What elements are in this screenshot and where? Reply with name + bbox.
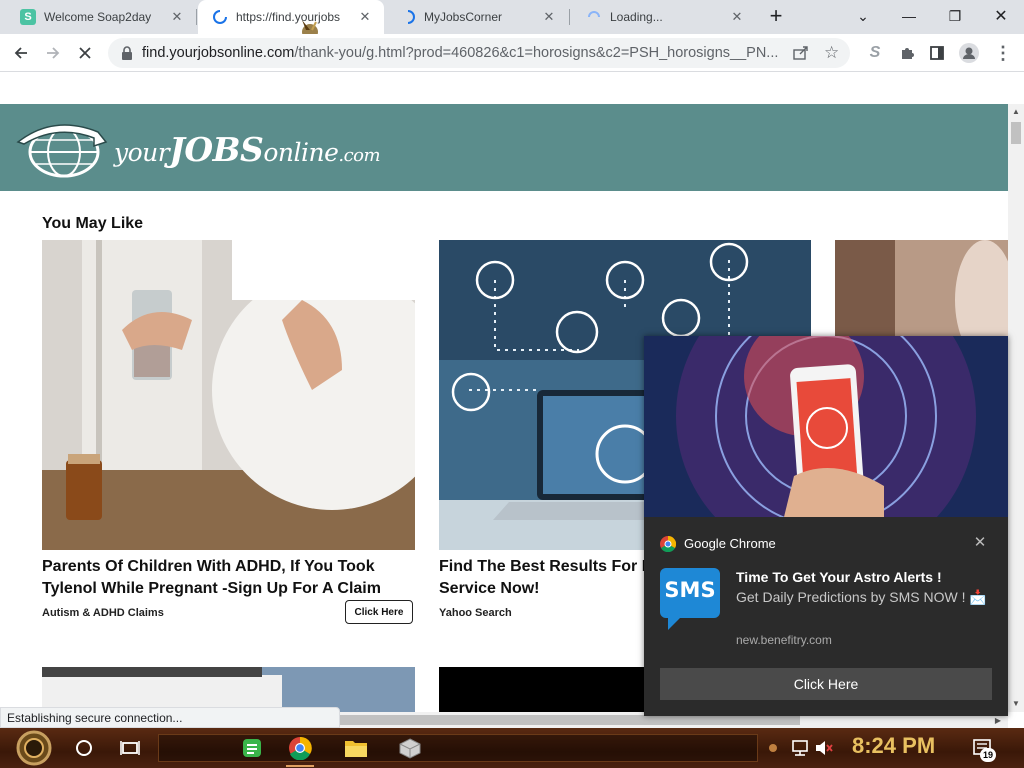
loading-spinner-icon [586,9,602,25]
globe-arrow-logo-icon[interactable] [14,118,110,178]
action-center-icon[interactable]: 19 [968,734,998,762]
card-image-building[interactable] [42,667,415,712]
minimize-button[interactable]: — [886,0,932,32]
tab-close-icon[interactable]: ✕ [168,8,186,26]
tab-yourjobs[interactable]: https://find.yourjobs ✕ [198,0,384,34]
show-hidden-icons-button[interactable] [764,734,782,762]
soap2day-favicon-icon: S [20,9,36,25]
tab-title: MyJobsCorner [424,10,503,24]
window-close-button[interactable]: ✕ [978,0,1024,32]
notification-count-badge: 19 [980,748,996,762]
card-source[interactable]: Yahoo Search [439,607,512,619]
extension-s-icon[interactable]: S [860,38,890,68]
scroll-down-arrow-icon[interactable]: ▼ [1008,696,1024,710]
taskbar-clock[interactable]: 8:24 PM [852,733,935,759]
search-circle-icon[interactable] [70,734,98,762]
site-header-banner: yourJOBSonline.com [0,104,1008,191]
notification-title: Time To Get Your Astro Alerts ! [736,569,942,585]
scrollbar-thumb[interactable] [1011,122,1021,144]
start-button-icon[interactable] [14,730,54,766]
tab-separator [569,9,570,25]
address-bar[interactable]: find.yourjobsonline.com/thank-you/g.html… [108,38,850,68]
section-title: You May Like [42,215,144,232]
share-icon[interactable] [792,44,810,67]
notification-click-here-button[interactable]: Click Here [660,668,992,700]
site-logo-text[interactable]: yourJOBSonline.com [114,130,381,169]
extensions-puzzle-icon[interactable] [892,38,922,68]
tab-separator [196,9,197,25]
lock-icon[interactable] [118,46,136,60]
profile-avatar-icon[interactable] [954,38,984,68]
status-bubble: Establishing secure connection... [0,707,340,728]
loading-spinner-icon [212,9,228,25]
sms-app-icon: SMS [660,568,720,630]
volume-muted-icon[interactable] [810,734,838,762]
tab-title: Welcome Soap2day [44,10,152,24]
chrome-menu-icon[interactable]: ⋮ [988,38,1018,68]
browser-toolbar: find.yourjobsonline.com/thank-you/g.html… [0,34,1024,72]
sms-icon-label: SMS [664,578,716,602]
tab-myjobscorner[interactable]: MyJobsCorner ✕ [386,0,568,34]
scroll-up-arrow-icon[interactable]: ▲ [1008,104,1024,118]
card-source[interactable]: Autism & ADHD Claims [42,607,164,619]
chrome-notification[interactable]: Google Chrome ✕ SMS Time To Get Your Ast… [644,336,1008,716]
forward-button[interactable] [38,38,68,68]
3d-box-app-icon[interactable] [396,734,424,762]
url-path: /thank-you/g.html?prod=460826&c1=horosig… [294,45,779,61]
tab-strip: S Welcome Soap2day ✕ https://find.yourjo… [0,0,1024,40]
tab-close-icon[interactable]: ✕ [540,8,558,26]
vertical-scrollbar[interactable]: ▲ ▼ [1008,104,1024,712]
tab-soap2day[interactable]: S Welcome Soap2day ✕ [6,0,196,34]
side-panel-icon[interactable] [922,38,952,68]
url-host: find.yourjobsonline.com [142,45,295,61]
stop-loading-button[interactable] [70,38,100,68]
tab-search-chevron-icon[interactable]: ⌄ [840,0,886,32]
back-button[interactable] [6,38,36,68]
card-click-here-button[interactable]: Click Here [345,600,413,624]
card-title[interactable]: Parents Of Children With ADHD, If You To… [42,556,417,600]
logo-domain: .com [338,145,381,166]
bookmark-star-icon[interactable]: ☆ [824,43,839,63]
tab-title: Loading... [610,10,663,24]
loading-spinner-icon [400,9,416,25]
notification-close-icon[interactable]: ✕ [970,532,990,552]
new-tab-button[interactable]: + [756,0,796,32]
restore-button[interactable]: ❐ [932,0,978,32]
tab-close-icon[interactable]: ✕ [356,8,374,26]
green-notes-app-icon[interactable] [238,734,266,762]
logo-jobs: JOBS [169,130,264,169]
notification-domain: new.benefitry.com [736,633,832,647]
chrome-taskbar-icon[interactable] [286,734,314,762]
tab-loading[interactable]: Loading... ✕ [572,0,756,34]
notification-hero-image[interactable] [644,336,1008,517]
card-image-pregnant-woman[interactable] [42,240,415,550]
card-image-dark[interactable] [439,667,645,712]
active-app-indicator [286,765,314,767]
logo-your: your [114,138,170,167]
notification-body: Get Daily Predictions by SMS NOW ! 📩 [736,589,987,605]
logo-online: online [263,138,339,167]
file-explorer-icon[interactable] [342,734,370,762]
url-text: find.yourjobsonline.com/thank-you/g.html… [142,45,782,61]
notification-app-name: Google Chrome [684,536,776,551]
card-title[interactable]: Find The Best Results For I Service Now! [439,556,659,600]
tab-close-icon[interactable]: ✕ [728,8,746,26]
task-view-icon[interactable] [116,734,144,762]
chrome-logo-icon [660,535,677,553]
